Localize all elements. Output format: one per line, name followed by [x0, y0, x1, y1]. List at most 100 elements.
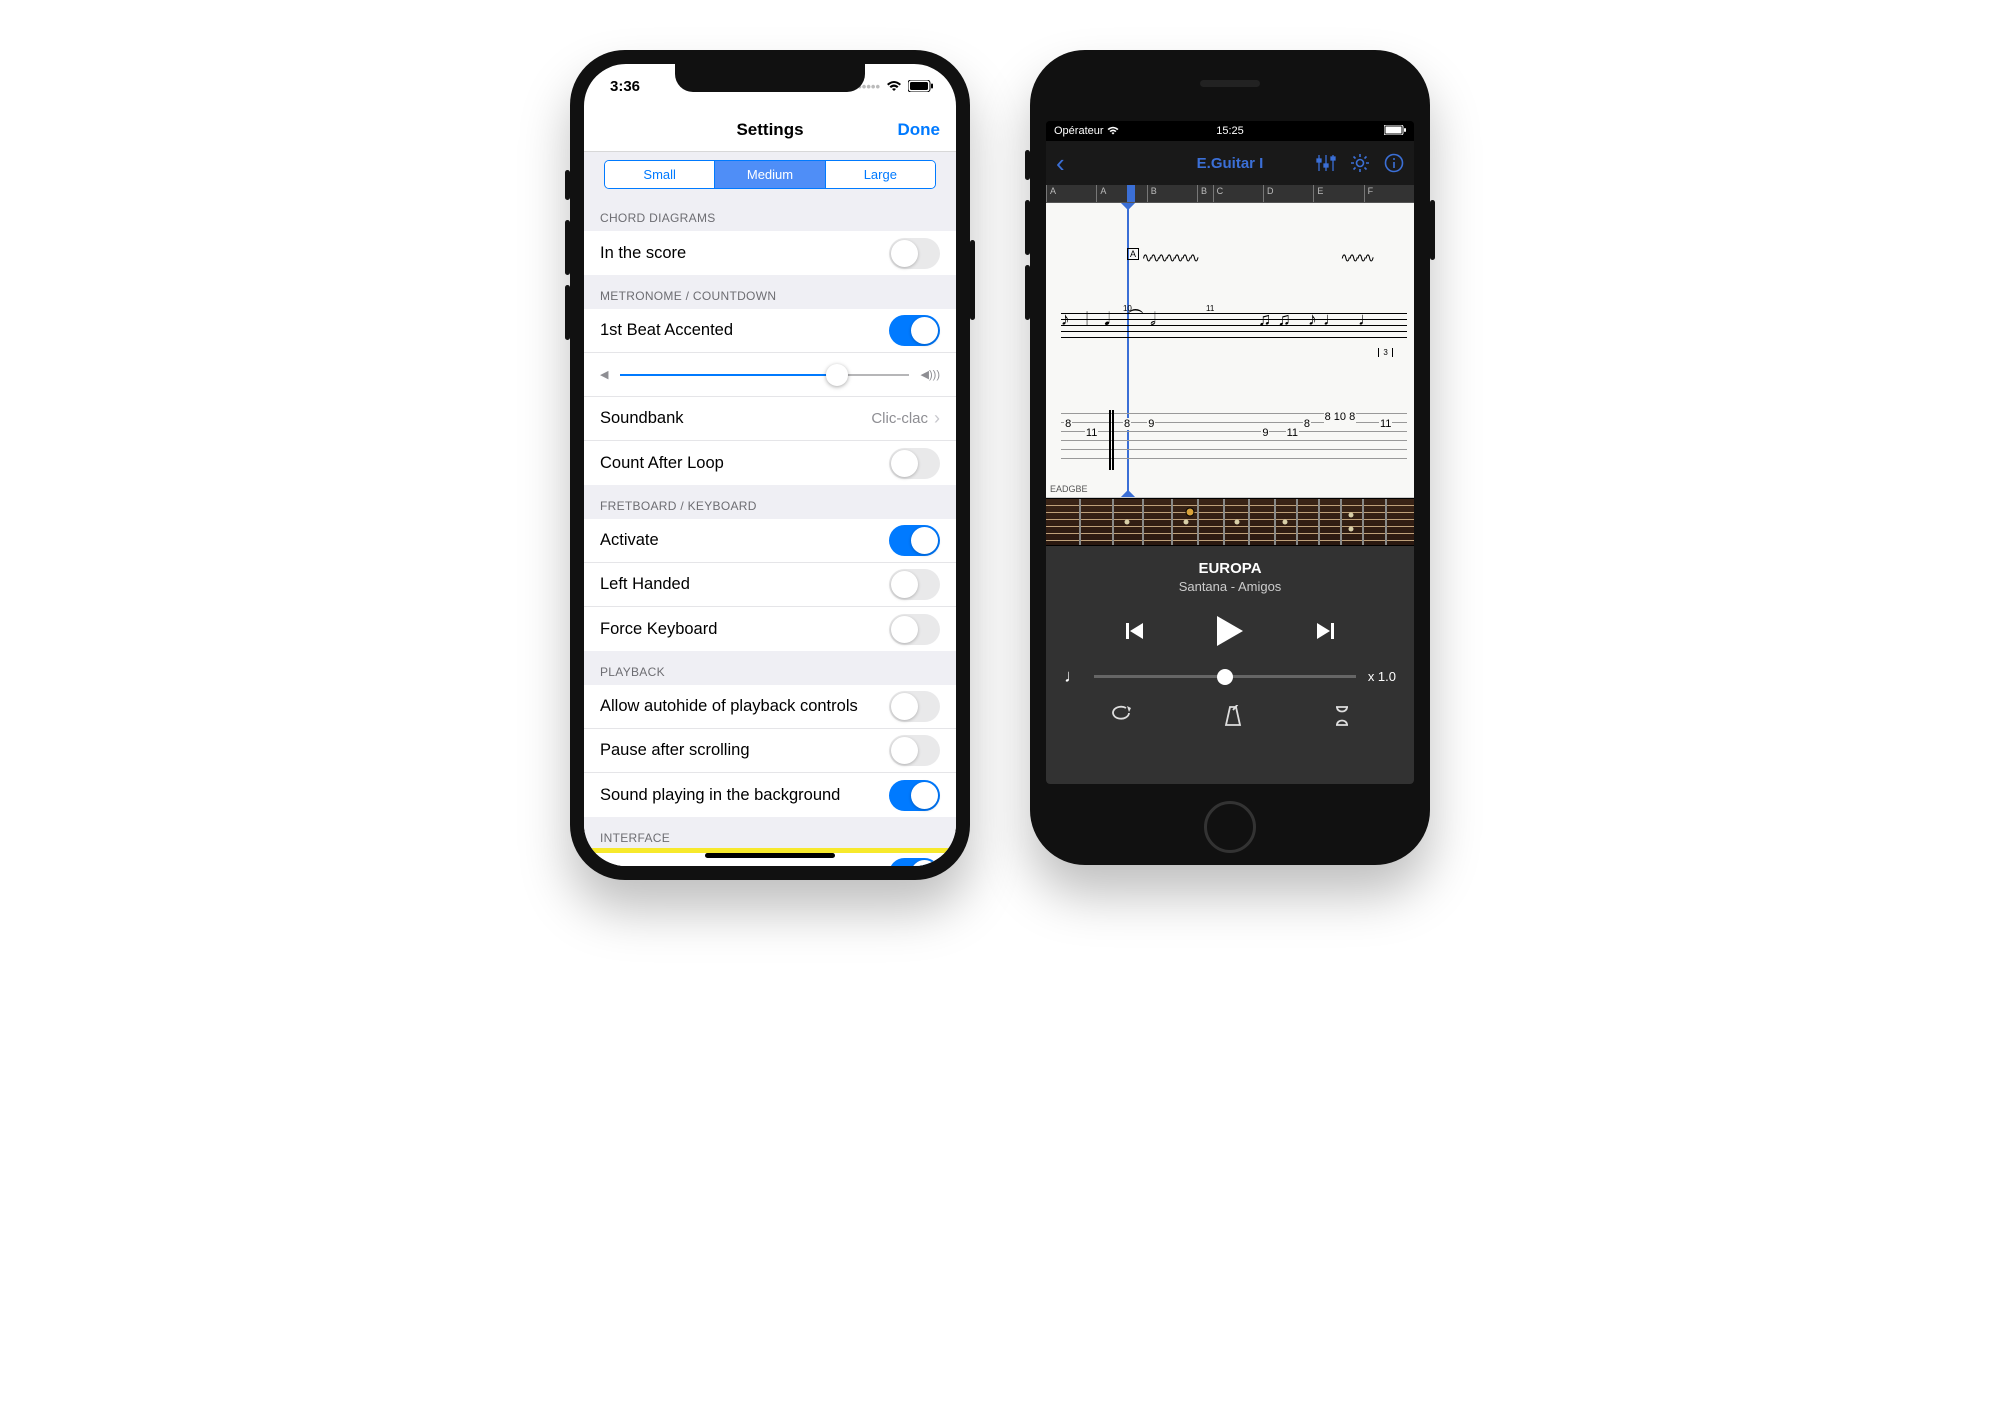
- first-beat-switch[interactable]: [889, 315, 940, 346]
- metronome-button[interactable]: [1223, 705, 1243, 727]
- section-fretboard: FRETBOARD / KEYBOARD: [584, 485, 956, 519]
- info-icon[interactable]: [1384, 153, 1404, 173]
- section-ruler[interactable]: A A B B C D E F: [1046, 185, 1414, 203]
- fret-num: 11: [1286, 427, 1299, 439]
- fret-num: 9: [1261, 427, 1269, 439]
- autohide-switch[interactable]: [889, 691, 940, 722]
- ruler-play-marker[interactable]: [1127, 185, 1135, 202]
- playback-controls: EUROPA Santana - Amigos ♩ x 1.0: [1046, 546, 1414, 784]
- row-force-keyboard[interactable]: Force Keyboard: [584, 607, 956, 651]
- count-after-loop-label: Count After Loop: [600, 454, 889, 473]
- ruler-mark: F: [1364, 185, 1414, 202]
- status-time: 3:36: [610, 78, 640, 95]
- song-subtitle: Santana - Amigos: [1179, 579, 1282, 594]
- row-first-beat[interactable]: 1st Beat Accented: [584, 309, 956, 353]
- ruler-mark: C: [1213, 185, 1263, 202]
- dark-mode-label: Dark mode: [600, 864, 889, 867]
- chevron-right-icon: ›: [934, 408, 940, 429]
- section-interface: INTERFACE: [584, 817, 956, 851]
- vibrato-mark: ∿∿∿∿∿∿∿: [1142, 251, 1197, 266]
- active-note-dot: [1185, 508, 1194, 517]
- row-count-after-loop[interactable]: Count After Loop: [584, 441, 956, 485]
- play-button[interactable]: [1215, 614, 1245, 648]
- row-volume-slider[interactable]: ◀ ◀))): [584, 353, 956, 397]
- row-soundbank[interactable]: Soundbank Clic-clac ›: [584, 397, 956, 441]
- score-view[interactable]: A ∿∿∿∿∿∿∿ ∿∿∿∿ ♪ 𝄀 𝅘𝅥 ⁀𝅗𝅥 ♫♫ ♪♩ ♩ 10 11 …: [1046, 203, 1414, 498]
- gear-icon[interactable]: [1350, 153, 1370, 173]
- pause-scroll-switch[interactable]: [889, 735, 940, 766]
- loop-button[interactable]: [1109, 705, 1133, 725]
- segment-large[interactable]: Large: [825, 161, 935, 188]
- vibrato-mark: ∿∿∿∿: [1340, 251, 1372, 266]
- prev-button[interactable]: [1123, 620, 1145, 642]
- fret-num: 8 10 8: [1324, 411, 1357, 423]
- row-pause-scroll[interactable]: Pause after scrolling: [584, 729, 956, 773]
- countdown-button[interactable]: [1333, 705, 1351, 727]
- music-staff: ♪ 𝄀 𝅘𝅥 ⁀𝅗𝅥 ♫♫ ♪♩ ♩ 10 11 3: [1061, 313, 1407, 343]
- section-metronome: METRONOME / COUNTDOWN: [584, 275, 956, 309]
- fret-num: 11: [1379, 418, 1392, 430]
- status-bar-dark: Opérateur 15:25: [1046, 121, 1414, 141]
- segment-small[interactable]: Small: [605, 161, 714, 188]
- in-score-switch[interactable]: [889, 238, 940, 269]
- ruler-mark: B: [1197, 185, 1213, 202]
- section-playback: PLAYBACK: [584, 651, 956, 685]
- activate-label: Activate: [600, 531, 889, 550]
- done-button[interactable]: Done: [898, 120, 941, 140]
- mixer-icon[interactable]: [1316, 154, 1336, 172]
- wifi-icon: [1107, 126, 1119, 135]
- in-score-label: In the score: [600, 244, 889, 263]
- tab-staff: 8 11 8 9 9 11 8 8 10 8 11: [1061, 413, 1407, 467]
- row-sound-bg[interactable]: Sound playing in the background: [584, 773, 956, 817]
- home-button[interactable]: [1204, 801, 1256, 853]
- activate-switch[interactable]: [889, 525, 940, 556]
- back-button[interactable]: ‹: [1056, 148, 1065, 179]
- section-chord-diagrams: CHORD DIAGRAMS: [584, 197, 956, 231]
- tempo-icon: ♩: [1064, 666, 1082, 687]
- battery-icon: [1384, 125, 1406, 135]
- soundbank-label: Soundbank: [600, 409, 871, 428]
- settings-content[interactable]: Small Medium Large CHORD DIAGRAMS In the…: [584, 152, 956, 866]
- tuning-label: EADGBE: [1050, 484, 1088, 494]
- speed-slider[interactable]: [1094, 675, 1356, 678]
- count-after-loop-switch[interactable]: [889, 448, 940, 479]
- battery-icon: [908, 80, 934, 92]
- phone-settings: 3:36 ••••• Settings Done Small Medium La…: [570, 50, 970, 880]
- sound-bg-switch[interactable]: [889, 780, 940, 811]
- fret-num: 8: [1123, 418, 1131, 430]
- autohide-label: Allow autohide of playback controls: [600, 697, 889, 716]
- volume-high-icon: ◀))): [921, 368, 940, 381]
- force-keyboard-switch[interactable]: [889, 614, 940, 645]
- song-title: EUROPA: [1198, 560, 1261, 577]
- fret-num: 9: [1147, 418, 1155, 430]
- nav-bar: Settings Done: [584, 108, 956, 152]
- status-time: 15:25: [1216, 125, 1244, 137]
- volume-slider[interactable]: [620, 374, 908, 376]
- next-button[interactable]: [1315, 620, 1337, 642]
- earpiece: [1200, 80, 1260, 87]
- dark-mode-switch[interactable]: [889, 858, 940, 867]
- carrier-label: Opérateur: [1054, 125, 1104, 137]
- segment-medium[interactable]: Medium: [714, 161, 824, 188]
- fretboard-view[interactable]: [1046, 498, 1414, 546]
- soundbank-value: Clic-clac: [871, 410, 928, 427]
- speed-slider-row: ♩ x 1.0: [1064, 666, 1396, 687]
- ruler-mark: A: [1096, 185, 1146, 202]
- notch: [675, 64, 865, 92]
- first-beat-label: 1st Beat Accented: [600, 321, 889, 340]
- left-handed-label: Left Handed: [600, 575, 889, 594]
- row-in-score[interactable]: In the score: [584, 231, 956, 275]
- row-left-handed[interactable]: Left Handed: [584, 563, 956, 607]
- player-nav: ‹ E.Guitar I: [1046, 141, 1414, 185]
- rehearsal-mark: A: [1127, 248, 1139, 260]
- beat-number: 11: [1206, 304, 1214, 313]
- fret-num: 8: [1303, 418, 1311, 430]
- row-autohide[interactable]: Allow autohide of playback controls: [584, 685, 956, 729]
- left-handed-switch[interactable]: [889, 569, 940, 600]
- text-size-segmented[interactable]: Small Medium Large: [604, 160, 936, 189]
- pause-scroll-label: Pause after scrolling: [600, 741, 889, 760]
- row-activate[interactable]: Activate: [584, 519, 956, 563]
- force-keyboard-label: Force Keyboard: [600, 620, 889, 639]
- home-indicator[interactable]: [705, 853, 835, 858]
- page-title: Settings: [736, 120, 803, 140]
